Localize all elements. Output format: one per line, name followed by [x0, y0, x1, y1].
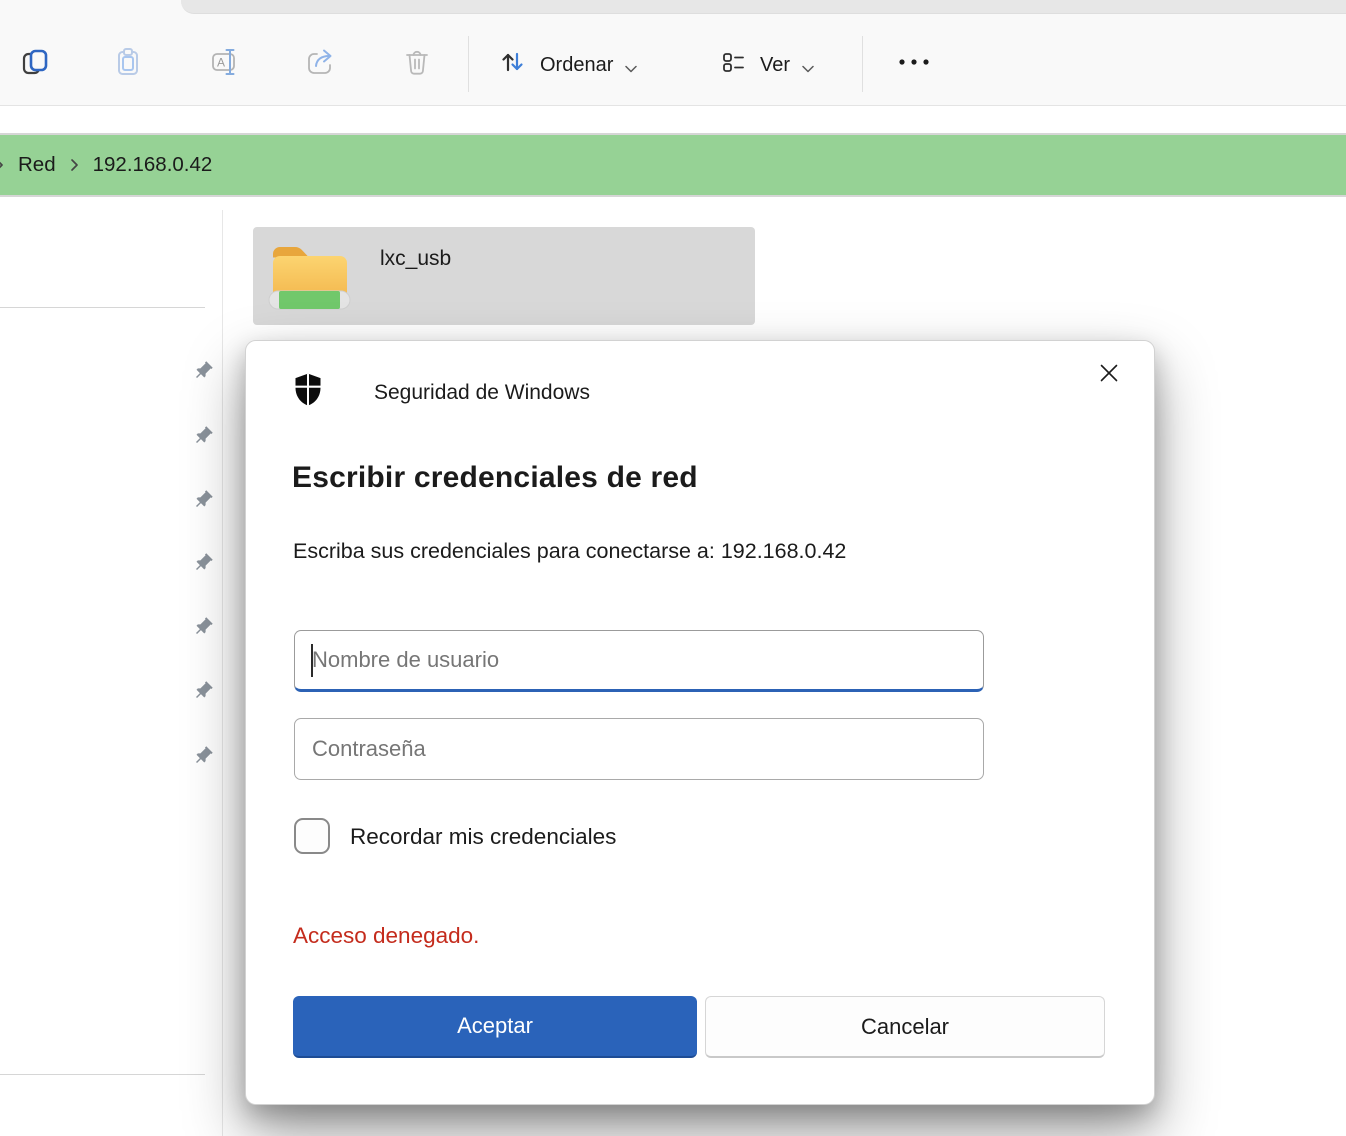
pinned-item-pin-icon[interactable]: [192, 552, 214, 574]
copy-icon: [18, 45, 52, 84]
breadcrumb-root[interactable]: Red: [18, 153, 56, 177]
access-denied-error: Acceso denegado.: [293, 923, 479, 949]
pinned-item-pin-icon[interactable]: [192, 360, 214, 382]
address-bar[interactable]: Red 192.168.0.42: [0, 133, 1346, 197]
ellipsis-icon: [894, 47, 934, 82]
file-list-item-lxc-usb[interactable]: lxc_usb: [253, 227, 755, 325]
cancel-button[interactable]: Cancelar: [705, 996, 1105, 1058]
close-button[interactable]: [1089, 355, 1129, 395]
command-toolbar: A: [0, 0, 1346, 106]
tab-strip-edge: [181, 0, 1346, 14]
accept-button[interactable]: Aceptar: [293, 996, 697, 1058]
svg-text:A: A: [217, 55, 225, 69]
view-menu-label: Ver: [760, 54, 790, 77]
password-input[interactable]: [294, 718, 984, 780]
chevron-down-icon: [802, 56, 814, 79]
paste-icon: [111, 45, 145, 84]
dialog-app-title: Seguridad de Windows: [374, 381, 590, 405]
chevron-right-icon: [0, 158, 4, 172]
chevron-right-icon: [70, 158, 79, 172]
copy-button[interactable]: [15, 42, 55, 86]
dialog-heading: Escribir credenciales de red: [292, 461, 698, 495]
sort-icon: [498, 47, 528, 83]
text-cursor: [311, 644, 313, 677]
close-icon: [1097, 361, 1121, 390]
pinned-item-pin-icon[interactable]: [192, 489, 214, 511]
rename-button[interactable]: A: [205, 42, 245, 86]
view-icon: [718, 47, 748, 83]
folder-name-label: lxc_usb: [380, 247, 451, 271]
sort-menu-button[interactable]: Ordenar: [498, 37, 637, 93]
username-input[interactable]: [294, 630, 984, 692]
shared-folder-icon: [268, 239, 352, 314]
breadcrumb-current[interactable]: 192.168.0.42: [93, 153, 213, 177]
sort-menu-label: Ordenar: [540, 54, 613, 77]
pinned-item-pin-icon[interactable]: [192, 745, 214, 767]
pinned-item-pin-icon[interactable]: [192, 425, 214, 447]
trash-icon: [400, 45, 434, 84]
sidebar-section-divider: [0, 1074, 205, 1075]
remember-credentials-label[interactable]: Recordar mis credenciales: [350, 824, 616, 850]
pinned-item-pin-icon[interactable]: [192, 680, 214, 702]
toolbar-divider: [862, 36, 863, 92]
file-explorer-window: A: [0, 0, 1346, 1136]
sidebar-content-divider[interactable]: [222, 210, 223, 1136]
share-button[interactable]: [301, 42, 341, 86]
share-icon: [304, 45, 338, 84]
sidebar-section-divider: [0, 307, 205, 308]
windows-security-dialog: Seguridad de Windows Escribir credencial…: [245, 340, 1155, 1105]
dialog-subtitle: Escriba sus credenciales para conectarse…: [293, 539, 846, 564]
remember-credentials-checkbox[interactable]: [294, 818, 330, 854]
pinned-item-pin-icon[interactable]: [192, 616, 214, 638]
more-options-button[interactable]: [886, 42, 942, 86]
windows-security-shield-icon: [293, 372, 323, 407]
toolbar-divider: [468, 36, 469, 92]
explorer-content: lxc_usb Seguridad de Windows Escribir: [0, 197, 1346, 1136]
rename-icon: A: [208, 45, 242, 84]
chevron-down-icon: [625, 56, 637, 79]
paste-button[interactable]: [108, 42, 148, 86]
view-menu-button[interactable]: Ver: [718, 37, 814, 93]
delete-button[interactable]: [397, 42, 437, 86]
